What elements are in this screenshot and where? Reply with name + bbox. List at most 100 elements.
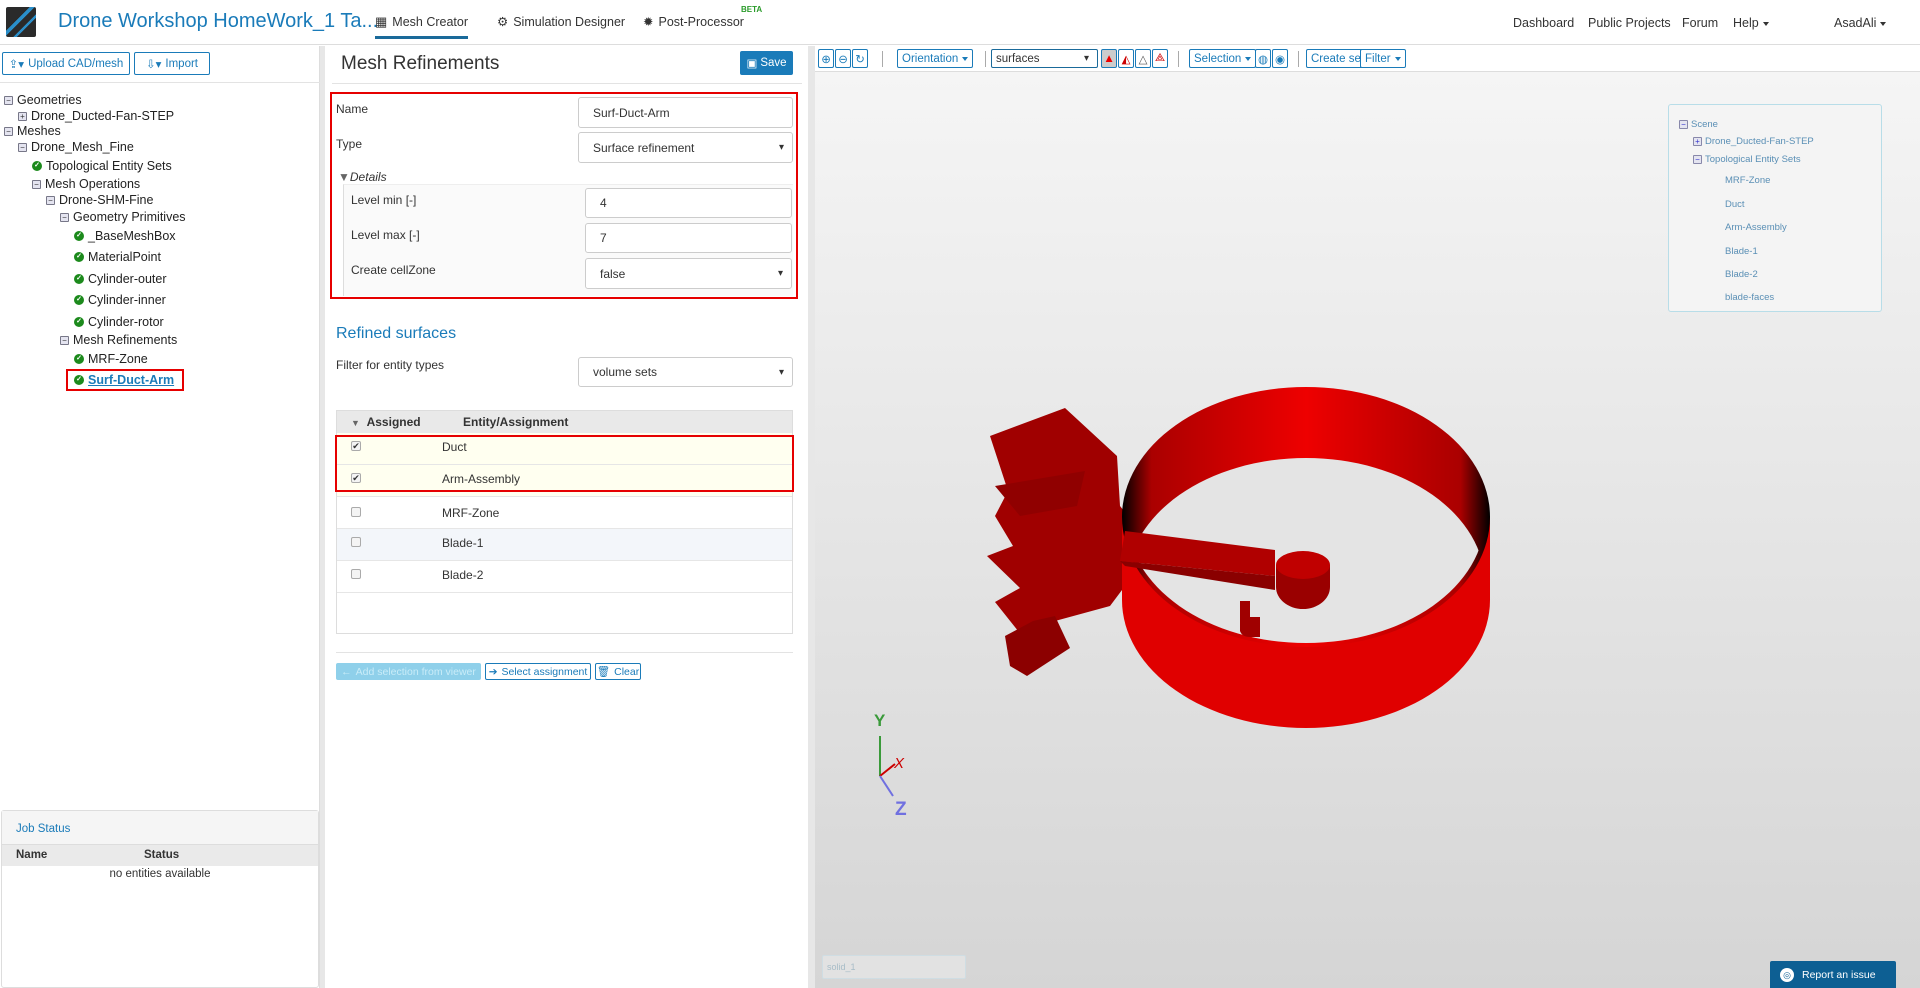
project-title[interactable]: Drone Workshop HomeWork_1 Ta...	[58, 10, 378, 33]
tree-item-label: Mesh Refinements	[73, 333, 178, 347]
gears-icon: ⚙	[497, 15, 509, 29]
table-row[interactable]: MRF-Zone	[337, 497, 792, 529]
axis-gizmo: Y X Z	[874, 711, 907, 820]
tab-post-processor[interactable]: ✹ Post-Processor	[643, 14, 744, 30]
tree-item[interactable]: − Meshes	[4, 124, 61, 138]
tree-item-label: _BaseMeshBox	[88, 229, 176, 243]
sort-assigned-header[interactable]: ▼ Assigned	[351, 415, 421, 429]
tree-item[interactable]: − Drone_Mesh_Fine	[18, 140, 134, 154]
app-logo[interactable]	[6, 7, 36, 37]
scene-tree-item[interactable]: Blade-1	[1725, 246, 1758, 257]
collapse-icon[interactable]: −	[4, 95, 13, 105]
assigned-checkbox[interactable]	[351, 507, 361, 517]
tab-mesh-creator[interactable]: ▦ Mesh Creator	[375, 14, 469, 39]
tree-item[interactable]: ✓ MaterialPoint	[74, 250, 161, 264]
type-label: Type	[336, 137, 363, 151]
download-icon: ⇩▾	[145, 58, 162, 71]
select-assignment-button[interactable]: ➔ Select assignment	[485, 663, 591, 680]
level-min-input[interactable]: 4	[585, 188, 792, 218]
scene-tree-item[interactable]: MRF-Zone	[1725, 175, 1770, 186]
name-input[interactable]: Surf-Duct-Arm	[578, 97, 793, 128]
type-select[interactable]: Surface refinement	[578, 132, 793, 163]
scene-tree-item[interactable]: Blade-2	[1725, 269, 1758, 280]
3d-viewer[interactable]: ⊕ ⊖ ↻ Orientation surfaces ▲ ◭ △ ⟁ Selec…	[815, 46, 1920, 988]
divider	[0, 82, 320, 83]
tree-item[interactable]: ✓ Cylinder-inner	[74, 293, 166, 307]
scene-tree-item[interactable]: Arm-Assembly	[1725, 222, 1787, 233]
tree-item[interactable]: ✓ MRF-Zone	[74, 352, 148, 366]
nav-help[interactable]: Help	[1733, 16, 1769, 30]
scene-tree-label: MRF-Zone	[1725, 175, 1771, 186]
upload-cad-button[interactable]: ⇪▾ Upload CAD/mesh	[2, 52, 130, 75]
table-row[interactable]: Blade-2	[337, 561, 792, 593]
scene-tree-label: Topological Entity Sets	[1705, 154, 1801, 165]
scene-tree-item[interactable]: + Drone_Ducted-Fan-STEP	[1693, 136, 1814, 147]
tree-item[interactable]: ✓ _BaseMeshBox	[74, 229, 176, 243]
nav-forum[interactable]: Forum	[1682, 16, 1718, 30]
scene-tree-item[interactable]: − Scene	[1679, 119, 1718, 130]
tree-item-label: Geometry Primitives	[73, 210, 186, 224]
sort-desc-icon: ▼	[351, 418, 360, 428]
tree-item[interactable]: − Geometries	[4, 93, 82, 107]
right-splitter[interactable]	[808, 46, 815, 988]
report-issue-button[interactable]: ◎ Report an issue	[1770, 961, 1896, 988]
scene-tree-item[interactable]: blade-faces	[1725, 292, 1774, 303]
tree-item-label: Geometries	[17, 93, 82, 107]
add-selection-button[interactable]: ← Add selection from viewer	[336, 663, 481, 680]
user-menu[interactable]: AsadAli	[1834, 16, 1887, 30]
collapse-icon[interactable]: −	[60, 212, 69, 222]
tree-item-label: Drone_Mesh_Fine	[31, 140, 134, 154]
tree-item[interactable]: ✓ Cylinder-rotor	[74, 315, 164, 329]
tree-item-label: Surf-Duct-Arm	[88, 373, 175, 387]
collapse-icon[interactable]: −	[1679, 120, 1688, 129]
tree-item[interactable]: − Mesh Refinements	[60, 333, 177, 347]
nav-public-projects[interactable]: Public Projects	[1588, 16, 1671, 30]
highlight-box	[335, 435, 794, 492]
details-toggle[interactable]: ▼Details	[338, 170, 387, 184]
tree-item[interactable]: ✓ Cylinder-outer	[74, 272, 167, 286]
cellzone-select[interactable]: false	[585, 258, 792, 289]
tree-item[interactable]: ✓ Topological Entity Sets	[32, 159, 172, 173]
check-circle-icon[interactable]: ✓	[74, 295, 84, 305]
beta-badge: BETA	[741, 5, 763, 14]
scene-tree-item[interactable]: − Topological Entity Sets	[1693, 154, 1801, 165]
collapse-icon[interactable]: −	[60, 335, 69, 345]
check-circle-icon[interactable]: ✓	[74, 274, 84, 284]
divider	[332, 83, 802, 84]
solid-name-field[interactable]: solid_1	[822, 955, 966, 979]
expand-icon[interactable]: +	[18, 111, 27, 121]
tab-simulation-designer[interactable]: ⚙ Simulation Designer	[497, 14, 625, 30]
tree-item[interactable]: ✓ Surf-Duct-Arm	[66, 369, 185, 391]
collapse-icon[interactable]: −	[46, 195, 55, 205]
save-button[interactable]: ▣ Save	[740, 51, 793, 75]
upload-icon: ⇪▾	[8, 58, 25, 71]
check-circle-icon[interactable]: ✓	[74, 252, 84, 262]
assigned-checkbox[interactable]	[351, 537, 361, 547]
tree-item-label: Meshes	[17, 124, 61, 138]
table-row[interactable]: Blade-1	[337, 529, 792, 561]
collapse-icon[interactable]: −	[4, 126, 13, 136]
check-circle-icon[interactable]: ✓	[74, 317, 84, 327]
collapse-icon[interactable]: −	[1693, 155, 1702, 164]
collapse-icon[interactable]: −	[18, 142, 27, 152]
scene-tree-label: Blade-1	[1725, 246, 1758, 257]
tree-item[interactable]: + Drone_Ducted-Fan-STEP	[18, 109, 174, 123]
check-circle-icon[interactable]: ✓	[74, 231, 84, 241]
arrow-right-icon: ➔	[488, 665, 498, 678]
nav-dashboard[interactable]: Dashboard	[1513, 16, 1574, 30]
expand-icon[interactable]: +	[1693, 137, 1702, 146]
check-circle-icon[interactable]: ✓	[74, 375, 84, 385]
level-max-input[interactable]: 7	[585, 223, 792, 253]
assigned-checkbox[interactable]	[351, 569, 361, 579]
tree-item[interactable]: − Geometry Primitives	[60, 210, 186, 224]
collapse-icon[interactable]: −	[32, 179, 41, 189]
scene-tree-item[interactable]: Duct	[1725, 199, 1745, 210]
tree-item[interactable]: − Drone-SHM-Fine	[46, 193, 153, 207]
check-circle-icon[interactable]: ✓	[74, 354, 84, 364]
entity-type-filter-select[interactable]: volume sets	[578, 357, 793, 387]
tree-item[interactable]: − Mesh Operations	[32, 177, 140, 191]
check-circle-icon[interactable]: ✓	[32, 161, 42, 171]
col-name: Name	[16, 849, 48, 861]
clear-button[interactable]: 🗑 Clear	[595, 663, 641, 680]
import-button[interactable]: ⇩▾ Import	[134, 52, 210, 75]
